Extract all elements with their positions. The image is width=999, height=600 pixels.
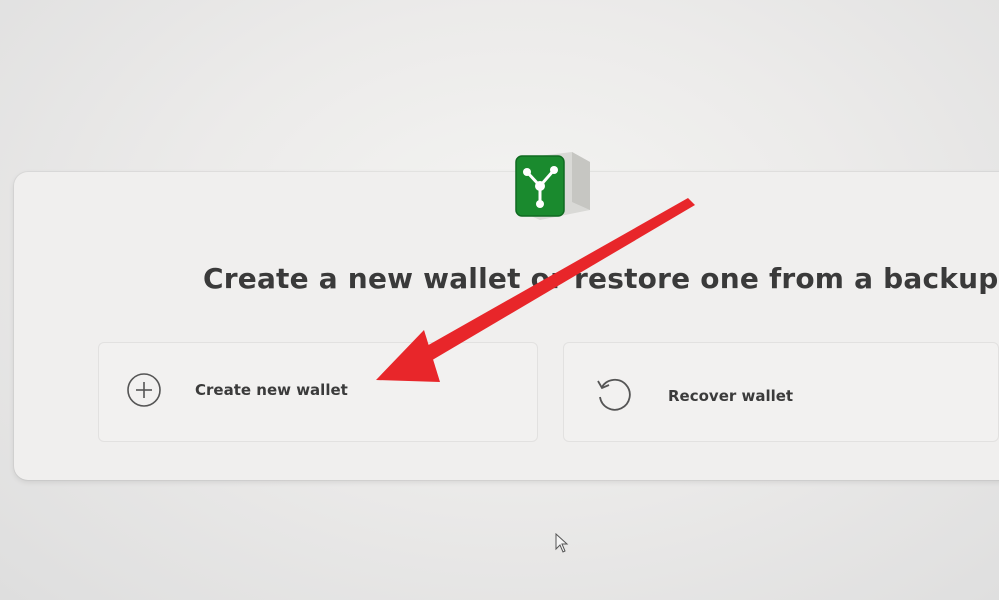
recover-wallet-button[interactable]: Recover wallet xyxy=(563,342,999,442)
mouse-pointer-icon xyxy=(555,532,569,553)
create-new-wallet-label: Create new wallet xyxy=(195,381,348,399)
recover-wallet-label: Recover wallet xyxy=(668,387,794,405)
create-new-wallet-button[interactable]: Create new wallet xyxy=(98,342,538,442)
page-title: Create a new wallet or restore one from … xyxy=(203,262,999,295)
restore-icon xyxy=(594,375,632,413)
wallet-setup-screen: Create a new wallet or restore one from … xyxy=(0,0,999,600)
plus-circle-icon xyxy=(125,371,163,409)
wallet-logo-icon xyxy=(512,150,592,222)
